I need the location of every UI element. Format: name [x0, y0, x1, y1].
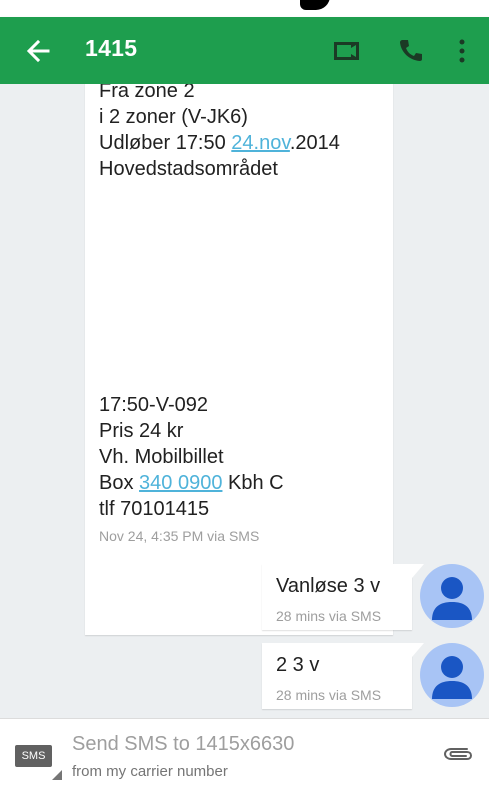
outgoing-message-bubble[interactable]: 2 3 v 28 mins via SMS	[262, 643, 424, 709]
back-button[interactable]	[18, 31, 58, 71]
bubble-tail	[412, 643, 424, 657]
message-timestamp: Nov 24, 4:35 PM via SMS	[99, 528, 260, 544]
paperclip-icon	[443, 748, 473, 760]
message-line: Vh. Mobilbillet	[99, 446, 224, 468]
message-line: Fra zone 2	[99, 84, 195, 102]
incoming-message-bubble[interactable]: Fra zone 2 i 2 zoner (V-JK6) Udløber 17:…	[85, 84, 393, 635]
message-timestamp: 28 mins via SMS	[276, 687, 382, 703]
conversation-title: 1415	[85, 35, 138, 61]
message-line-expiry: Udløber 17:50 24.nov.2014	[99, 132, 340, 155]
arrow-back-icon	[26, 39, 50, 63]
expiry-suffix: .2014	[289, 132, 340, 154]
phone-number-link[interactable]: 340 0900	[139, 472, 222, 494]
phone-icon	[400, 40, 422, 61]
person-avatar-icon	[432, 656, 472, 699]
sender-avatar[interactable]	[420, 564, 484, 628]
box-suffix: Kbh C	[222, 472, 284, 494]
message-thread[interactable]: Fra zone 2 i 2 zoner (V-JK6) Udløber 17:…	[0, 84, 489, 718]
message-line-box: Box 340 0900 Kbh C	[99, 472, 284, 495]
outgoing-message-bubble[interactable]: Vanløse 3 v 28 mins via SMS	[262, 564, 424, 630]
message-line: tlf 70101415	[99, 498, 210, 520]
message-line: Pris 24 kr	[99, 420, 184, 442]
message-timestamp: 28 mins via SMS	[276, 608, 382, 624]
attach-button[interactable]	[441, 741, 475, 767]
date-link[interactable]: 24.nov	[231, 132, 290, 154]
message-text: 2 3 v	[276, 654, 320, 676]
more-vert-icon	[459, 39, 465, 63]
phone-call-button[interactable]	[390, 31, 430, 71]
sms-mode-button[interactable]: SMS	[15, 745, 52, 767]
video-call-icon	[334, 42, 359, 60]
sender-avatar[interactable]	[420, 643, 484, 707]
status-bar	[0, 0, 489, 17]
message-text: Vanløse 3 v	[276, 575, 381, 597]
video-call-button[interactable]	[326, 31, 366, 71]
bubble-gap	[85, 357, 99, 427]
bubble-tail	[412, 564, 424, 578]
expiry-prefix: Udløber 17:50	[99, 132, 232, 154]
more-options-button[interactable]	[447, 31, 477, 71]
carrier-subtext: from my carrier number	[72, 763, 228, 780]
box-prefix: Box	[99, 472, 140, 494]
person-avatar-icon	[432, 577, 472, 620]
status-bar-glyph	[300, 0, 330, 10]
compose-bar: SMS Send SMS to 1415x6630 from my carrie…	[0, 718, 489, 787]
messaging-screen: 1415 Fra zone 2 i 2 zoner (V-JK6) Udløbe…	[0, 0, 489, 787]
message-line: i 2 zoner (V-JK6)	[99, 106, 248, 128]
app-bar: 1415	[0, 17, 489, 84]
message-line: 17:50-V-092	[99, 394, 208, 416]
message-input[interactable]: Send SMS to 1415x6630	[72, 733, 294, 756]
sms-mode-corner	[52, 770, 62, 780]
message-line: Hovedstadsområdet	[99, 158, 278, 180]
